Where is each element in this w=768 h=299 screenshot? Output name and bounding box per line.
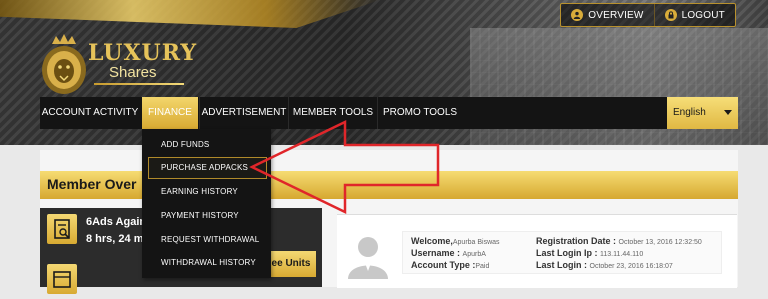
user-icon [571,9,584,21]
finance-dropdown [142,129,271,278]
welcome-row: Welcome,Apurba Biswas [411,236,500,246]
last-login-label: Last Login : [536,260,587,270]
username-value: ApurbA [462,251,486,258]
username-row: Username : ApurbA [411,248,486,258]
last-ip-row: Last Login Ip : 113.11.44.110 [536,248,643,258]
language-value: English [673,107,706,118]
account-type-value: Paid [475,263,490,270]
lock-icon [664,9,677,21]
language-select[interactable]: English [667,97,738,129]
logout-link-label: LOGOUT [681,9,725,21]
logo-underline [94,83,184,85]
nav-advertisement[interactable]: ADVERTISEMENT [200,97,288,129]
logout-link[interactable]: LOGOUT [653,4,735,26]
free-units-button[interactable]: ee Units [266,251,316,277]
nav-member-tools[interactable]: MEMBER TOOLS [289,97,377,129]
menu-item-withdrawal-history[interactable]: WITHDRAWAL HISTORY [161,258,256,267]
welcome-label: Welcome, [411,236,453,246]
member-overview-title: Member Over [47,176,137,192]
username-label: Username : [411,248,461,258]
menu-item-purchase-adpacks[interactable]: PURCHASE ADPACKS [161,163,248,172]
last-ip-label: Last Login Ip : [536,248,598,258]
menu-item-payment-history[interactable]: PAYMENT HISTORY [161,211,239,220]
account-type-row: Account Type :Paid [411,260,489,270]
menu-item-add-funds[interactable]: ADD FUNDS [161,140,209,149]
account-type-label: Account Type : [411,260,476,270]
top-links: OVERVIEW LOGOUT [560,3,736,27]
ads-again-text: 6Ads Again [86,216,147,228]
menu-item-request-withdrawal[interactable]: REQUEST WITHDRAWAL [161,235,259,244]
nav-finance[interactable]: FINANCE [142,97,198,129]
registration-label: Registration Date : [536,236,617,246]
registration-value: October 13, 2016 12:32:50 [618,239,702,246]
ads-icon [47,214,77,244]
avatar-icon [348,237,388,279]
welcome-value: Apurba Biswas [452,239,500,246]
last-login-row: Last Login : October 23, 2016 16:18:07 [536,260,673,270]
overview-link[interactable]: OVERVIEW [561,4,653,26]
last-login-value: October 23, 2016 16:18:07 [589,263,673,270]
lion-crest-logo-icon[interactable] [38,34,90,96]
registration-row: Registration Date : October 13, 2016 12:… [536,236,702,246]
nav-promo-tools[interactable]: PROMO TOOLS [378,97,462,129]
ads-timer-text: 8 hrs, 24 m [86,233,144,245]
logo-subtitle: Shares [109,64,157,81]
calendar-icon [47,264,77,294]
chevron-down-icon [724,110,732,115]
logo-title: LUXURY [88,40,198,66]
last-ip-value: 113.11.44.110 [600,251,644,258]
nav-account-activity[interactable]: ACCOUNT ACTIVITY [40,97,140,129]
overview-link-label: OVERVIEW [588,9,644,21]
menu-item-earning-history[interactable]: EARNING HISTORY [161,187,238,196]
